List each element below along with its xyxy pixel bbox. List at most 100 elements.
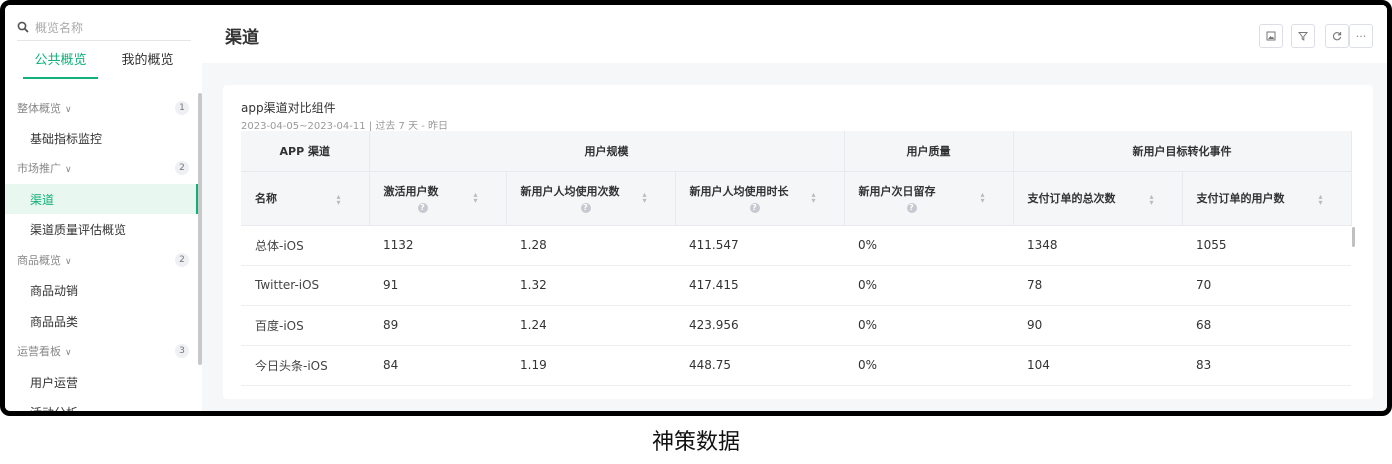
cell-value: 0% [844, 265, 1013, 306]
channel-compare-card: app渠道对比组件 2023-04-05~2023-04-11 | 过去 7 天… [223, 85, 1373, 399]
cell-value: 83 [1182, 345, 1351, 386]
cell-value: 1348 [1013, 225, 1182, 266]
sidebar-item-channel[interactable]: 渠道 [5, 184, 198, 214]
sidebar-group-operations[interactable]: 运营看板 ∨ 3 [17, 336, 189, 366]
help-icon[interactable]: ? [580, 202, 591, 213]
sidebar-item-activity-analysis[interactable]: 活动分析 [5, 397, 198, 412]
cell-value: 417.415 [675, 265, 844, 306]
sort-icon[interactable]: ▴ ▾ [336, 192, 340, 206]
group-header-user-scale: 用户规模 [369, 131, 845, 172]
cell-value: 0% [844, 345, 1013, 386]
date-range: 2023-04-05~2023-04-11 | 过去 7 天 - 昨日 [241, 117, 448, 132]
sort-icon[interactable]: ▴ ▾ [811, 190, 815, 204]
cell-value: 104 [1013, 345, 1182, 386]
sort-icon[interactable]: ▴ ▾ [473, 190, 477, 204]
card-title: app渠道对比组件 [241, 101, 336, 115]
channel-table: APP 渠道 用户规模 用户质量 新用户目标转化事件 名称 ▴ ▾ 激活用户数 ? [241, 131, 1352, 386]
cell-value: 89 [369, 305, 506, 346]
table-row: 总体-iOS 1132 1.28 411.547 0% 1348 1055 [241, 225, 1351, 266]
cell-value: 78 [1013, 265, 1182, 306]
image-button[interactable] [1259, 24, 1283, 48]
group-label: 商品概览 [17, 254, 61, 267]
sidebar: 概览名称 公共概览 我的概览 整体概览 ∨ 1 基础指标监控 市场推广 ∨ 2 渠道… [5, 5, 198, 411]
column-header-paid-order-users[interactable]: 支付订单的用户数 ▴ ▾ [1182, 171, 1352, 226]
caption: 神策数据 [651, 430, 740, 455]
help-icon[interactable]: ? [417, 202, 428, 213]
sidebar-group-marketing[interactable]: 市场推广 ∨ 2 [17, 153, 189, 183]
help-icon[interactable]: ? [906, 202, 917, 213]
cell-value: 1.32 [506, 265, 675, 306]
cell-value: 0% [844, 305, 1013, 346]
cell-value: 1.28 [506, 225, 675, 266]
cell-value: 1132 [369, 225, 506, 266]
group-header-conversion: 新用户目标转化事件 [1013, 131, 1352, 172]
search-box[interactable]: 概览名称 [17, 15, 191, 41]
table-row: 百度-iOS 89 1.24 423.956 0% 90 68 [241, 305, 1351, 346]
sidebar-group-products[interactable]: 商品概览 ∨ 2 [17, 245, 189, 275]
table-row: Twitter-iOS 91 1.32 417.415 0% 78 70 [241, 265, 1351, 306]
cell-value: 68 [1182, 305, 1351, 346]
sidebar-item-product-sales[interactable]: 商品动销 [5, 275, 198, 305]
page-title: 渠道 [225, 28, 259, 48]
page-header: 渠道 ··· [202, 5, 1387, 63]
group-count-badge: 1 [175, 101, 189, 115]
column-header-avg-usage-count[interactable]: 新用户人均使用次数 ? ▴ ▾ [506, 171, 676, 226]
cell-value: 448.75 [675, 345, 844, 386]
main-area: 渠道 ··· app渠道对比组件 2023-04-05~2023-04-11 |… [202, 5, 1387, 411]
search-input[interactable]: 概览名称 [35, 19, 83, 36]
cell-value: 90 [1013, 305, 1182, 346]
group-header-app-channel: APP 渠道 [241, 131, 370, 172]
column-header-active-users[interactable]: 激活用户数 ? ▴ ▾ [369, 171, 507, 226]
more-icon: ··· [1355, 29, 1367, 43]
cell-value: 70 [1182, 265, 1351, 306]
refresh-icon [1332, 32, 1342, 41]
group-count-badge: 2 [175, 161, 189, 175]
sort-icon[interactable]: ▴ ▾ [1149, 192, 1153, 206]
group-count-badge: 3 [175, 344, 189, 358]
cell-value: 91 [369, 265, 506, 306]
cell-name: 今日头条-iOS [241, 345, 369, 386]
group-label: 运营看板 [17, 345, 61, 358]
more-button[interactable]: ··· [1349, 24, 1373, 48]
column-header-name[interactable]: 名称 ▴ ▾ [241, 171, 370, 226]
group-count-badge: 2 [175, 253, 189, 267]
cell-value: 1055 [1182, 225, 1351, 266]
sidebar-group-overall[interactable]: 整体概览 ∨ 1 [17, 93, 189, 123]
image-icon [1266, 31, 1276, 41]
chevron-down-icon: ∨ [65, 165, 72, 175]
chevron-down-icon: ∨ [65, 257, 72, 267]
cell-name: Twitter-iOS [241, 265, 369, 306]
sort-icon[interactable]: ▴ ▾ [980, 190, 984, 204]
sort-icon[interactable]: ▴ ▾ [642, 190, 646, 204]
table-row: 今日头条-iOS 84 1.19 448.75 0% 104 83 [241, 345, 1351, 386]
cell-value: 1.24 [506, 305, 675, 346]
sort-icon[interactable]: ▴ ▾ [1318, 192, 1322, 206]
chevron-down-icon: ∨ [65, 348, 72, 358]
table-scrollbar[interactable] [1352, 227, 1355, 247]
group-label: 市场推广 [17, 162, 61, 175]
cell-name: 总体-iOS [241, 225, 369, 266]
sidebar-item-user-ops[interactable]: 用户运营 [5, 367, 198, 397]
cell-name: 百度-iOS [241, 305, 369, 346]
filter-button[interactable] [1291, 24, 1315, 48]
cell-value: 84 [369, 345, 506, 386]
sidebar-item-basic-metrics[interactable]: 基础指标监控 [5, 123, 198, 153]
filter-icon [1298, 32, 1308, 41]
sidebar-item-product-category[interactable]: 商品品类 [5, 306, 198, 336]
overview-tabs: 公共概览 我的概览 [17, 47, 191, 79]
column-header-avg-usage-duration[interactable]: 新用户人均使用时长 ? ▴ ▾ [675, 171, 845, 226]
cell-value: 411.547 [675, 225, 844, 266]
help-icon[interactable]: ? [749, 202, 760, 213]
cell-value: 423.956 [675, 305, 844, 346]
column-header-paid-orders-total[interactable]: 支付订单的总次数 ▴ ▾ [1013, 171, 1183, 226]
app-window: 概览名称 公共概览 我的概览 整体概览 ∨ 1 基础指标监控 市场推广 ∨ 2 渠道… [0, 0, 1392, 416]
sidebar-item-channel-quality[interactable]: 渠道质量评估概览 [5, 214, 198, 244]
search-icon [17, 21, 31, 35]
column-header-next-day-retention[interactable]: 新用户次日留存 ? ▴ ▾ [844, 171, 1014, 226]
cell-value: 0% [844, 225, 1013, 266]
group-header-user-quality: 用户质量 [844, 131, 1014, 172]
tab-my-overview[interactable]: 我的概览 [104, 47, 191, 79]
refresh-button[interactable] [1325, 24, 1349, 48]
tab-public-overview[interactable]: 公共概览 [17, 47, 104, 79]
group-label: 整体概览 [17, 102, 61, 115]
